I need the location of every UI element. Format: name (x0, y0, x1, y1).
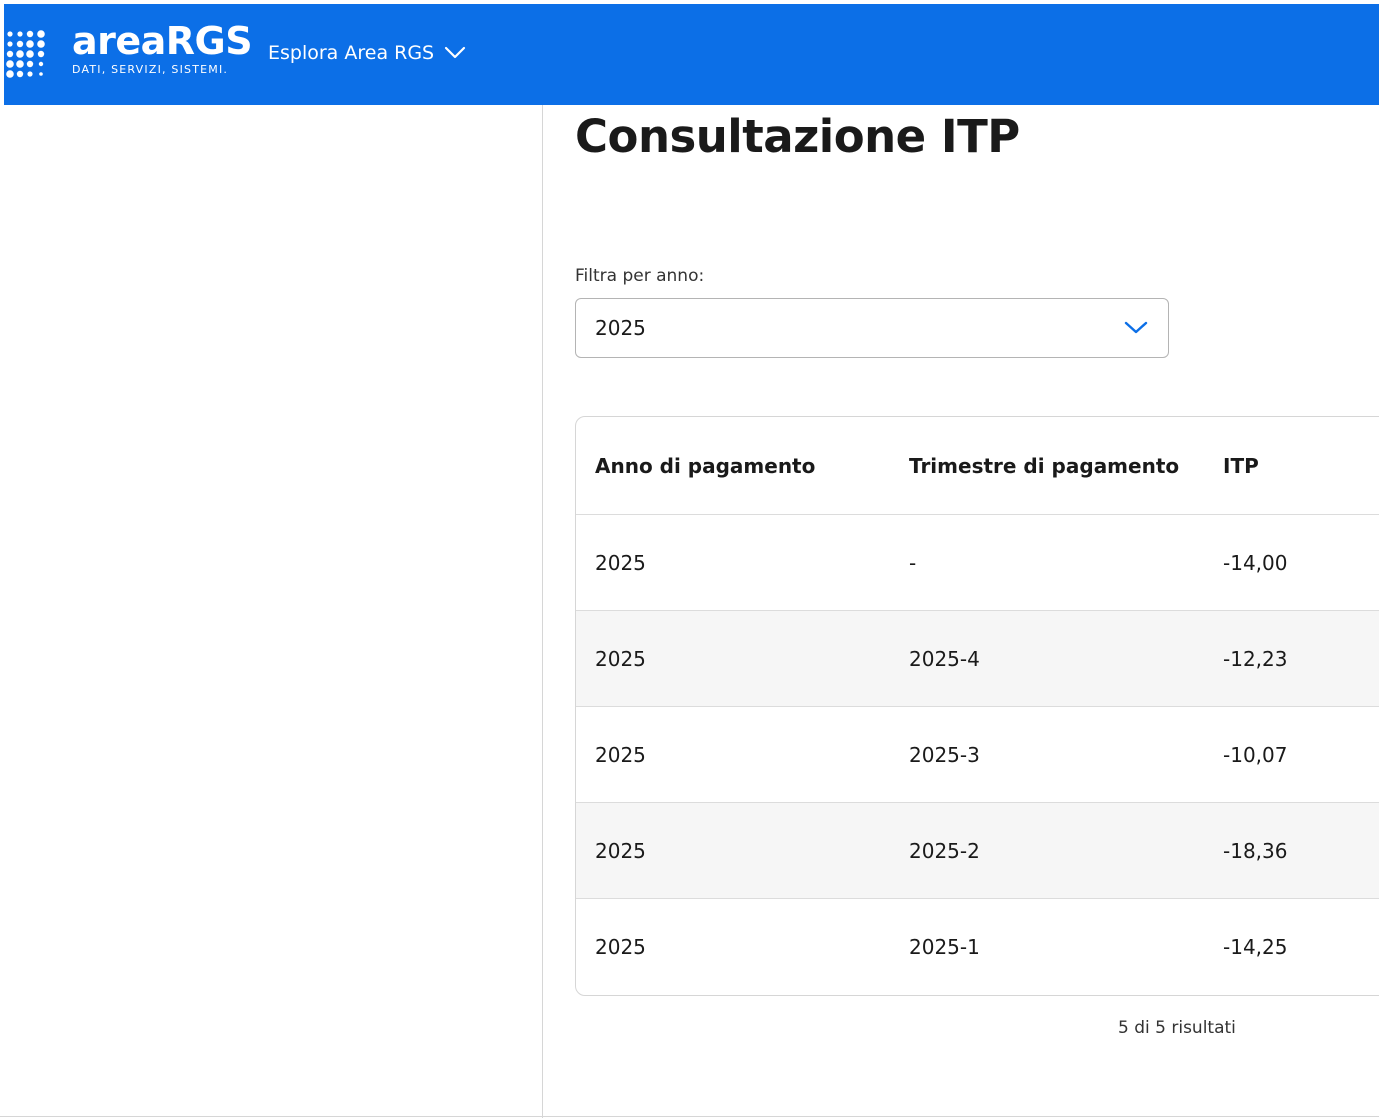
year-filter-select[interactable]: 2025 (575, 298, 1169, 358)
cell-anno: 2025 (595, 742, 646, 767)
logo-tagline: DATI, SERVIZI, SISTEMI. (72, 63, 229, 76)
explore-menu-button[interactable]: Esplora Area RGS (268, 42, 466, 64)
cell-anno: 2025 (595, 550, 646, 575)
top-header: areaRGS DATI, SERVIZI, SISTEMI. Esplora … (4, 4, 1379, 105)
cell-anno: 2025 (595, 646, 646, 671)
cell-itp: -14,00 (1223, 550, 1288, 575)
cell-itp: -14,25 (1223, 935, 1288, 959)
table-header-row: Anno di pagamento Trimestre di pagamento… (576, 417, 1379, 515)
logo-word: areaRGS (72, 19, 253, 63)
select-chevron-icon (1124, 321, 1148, 334)
cell-itp: -18,36 (1223, 838, 1288, 863)
explore-menu-label: Esplora Area RGS (268, 42, 435, 64)
cell-anno: 2025 (595, 935, 646, 959)
results-count: 5 di 5 risultati (1118, 1018, 1236, 1038)
filter-label: Filtra per anno: (575, 266, 705, 286)
table-row: 2025 2025-4 -12,23 (576, 611, 1379, 707)
cell-trimestre: - (909, 550, 917, 575)
table-row: 2025 2025-2 -18,36 (576, 803, 1379, 899)
column-header-anno[interactable]: Anno di pagamento (595, 454, 815, 478)
cell-anno: 2025 (595, 838, 646, 863)
cell-trimestre: 2025-3 (909, 742, 980, 767)
cell-itp: -12,23 (1223, 646, 1288, 671)
year-filter-value: 2025 (595, 316, 646, 340)
column-header-trimestre[interactable]: Trimestre di pagamento (909, 454, 1179, 478)
cell-trimestre: 2025-1 (909, 935, 980, 959)
chevron-down-icon (445, 46, 466, 59)
cell-trimestre: 2025-2 (909, 838, 980, 863)
table-row: 2025 2025-1 -14,25 (576, 899, 1379, 995)
divider (0, 1116, 1379, 1117)
sidebar (0, 105, 543, 1118)
logo[interactable]: areaRGS DATI, SERVIZI, SISTEMI. (72, 19, 253, 77)
page-title: Consultazione ITP (575, 110, 1020, 163)
cell-trimestre: 2025-4 (909, 646, 980, 671)
table-row: 2025 2025-3 -10,07 (576, 707, 1379, 803)
logo-dots-icon (6, 30, 45, 78)
table-row: 2025 - -14,00 (576, 515, 1379, 611)
itp-table: Anno di pagamento Trimestre di pagamento… (575, 416, 1379, 996)
column-header-itp[interactable]: ITP (1223, 454, 1259, 478)
cell-itp: -10,07 (1223, 742, 1288, 767)
